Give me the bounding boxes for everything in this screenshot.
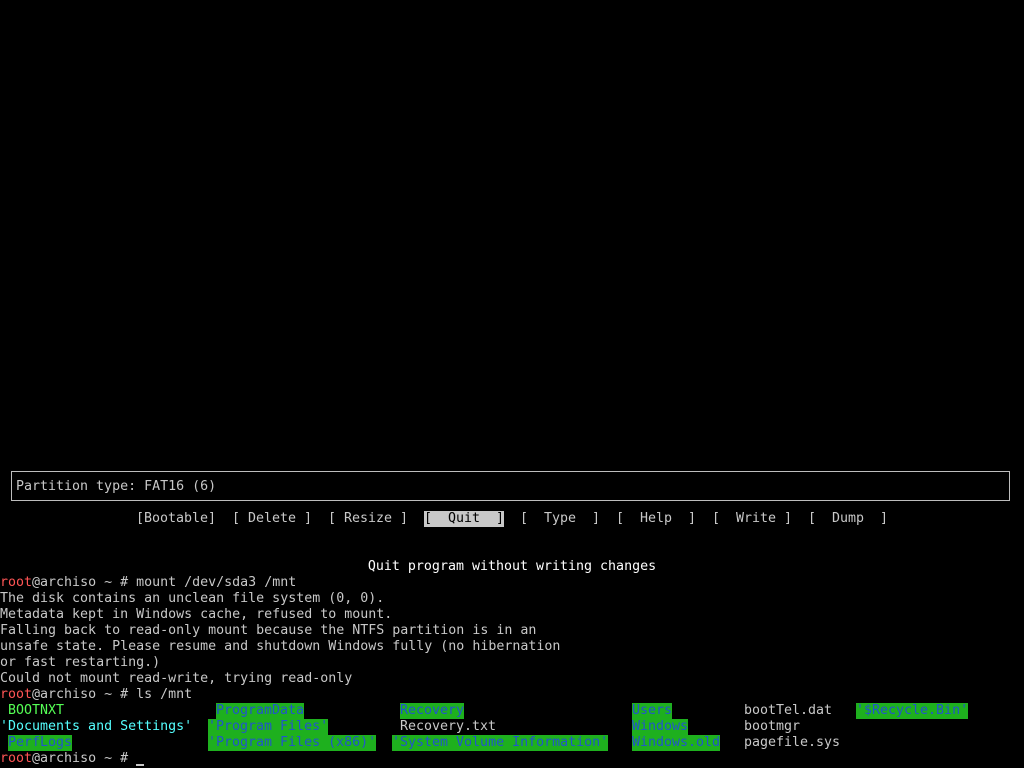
terminal-output-line: or fast restarting.) (0, 655, 161, 670)
terminal-output-line: Falling back to read-only mount because … (0, 623, 537, 638)
prompt-user: root (0, 687, 33, 702)
prompt-user: root (0, 751, 33, 766)
ls-entry: 'Documents and Settings' (0, 719, 193, 734)
ls-entry: ProgramData (216, 703, 305, 719)
terminal-output-line: Metadata kept in Windows cache, refused … (0, 607, 393, 622)
terminal-line-cmd1: root@archiso ~ # mount /dev/sda3 /mnt (0, 575, 296, 591)
ls-entry: 'Program Files (x86)' (208, 735, 377, 751)
ls-entry: Users (632, 703, 673, 719)
command-text: ls /mnt (136, 687, 193, 702)
terminal-output-line: Could not mount read-write, trying read-… (0, 671, 353, 686)
prompt-host: @archiso ~ # (32, 751, 137, 766)
cfdisk-menu-bar: [Bootable] [ Delete ] [ Resize ] [ Quit … (0, 511, 1024, 527)
terminal-line-cmd2: root@archiso ~ # ls /mnt (0, 687, 192, 703)
text-cursor (136, 764, 145, 766)
prompt-host: @archiso ~ # (32, 575, 137, 590)
terminal-output-line: unsafe state. Please resume and shutdown… (0, 639, 561, 654)
terminal-line-prompt[interactable]: root@archiso ~ # (0, 751, 145, 767)
menu-type-button[interactable]: [ Type ] (520, 511, 600, 527)
menu-help-button[interactable]: [ Help ] (616, 511, 696, 527)
menu-dump-button[interactable]: [ Dump ] (808, 511, 888, 527)
ls-entry: '$Recycle.Bin' (856, 703, 969, 719)
partition-type-text: Partition type: FAT16 (6) (16, 479, 217, 494)
ls-entry: Recovery.txt (400, 719, 497, 734)
menu-delete-button[interactable]: [ Delete ] (232, 511, 312, 527)
ls-entry: BOOTNXT (8, 703, 65, 718)
partition-info-box: Partition type: FAT16 (6) (11, 471, 1010, 501)
ls-entry: PerfLogs (8, 735, 73, 751)
ls-entry: 'System Volume Information' (392, 735, 609, 751)
terminal-output-line: The disk contains an unclean file system… (0, 591, 385, 606)
prompt-host: @archiso ~ # (32, 687, 137, 702)
command-text: mount /dev/sda3 /mnt (136, 575, 297, 590)
ls-entry: Windows (632, 719, 689, 735)
ls-entry: bootmgr (744, 719, 801, 734)
ls-entry: pagefile.sys (744, 735, 841, 750)
menu-description: Quit program without writing changes (367, 559, 657, 574)
ls-entry: Recovery (400, 703, 465, 719)
ls-entry: 'Program Files' (208, 719, 329, 735)
menu-resize-button[interactable]: [ Resize ] (328, 511, 408, 527)
menu-bootable-button[interactable]: [Bootable] (136, 511, 216, 527)
ls-entry: bootTel.dat (744, 703, 833, 718)
ls-entry: Windows.old (632, 735, 721, 751)
menu-quit-button[interactable]: [ Quit ] (424, 511, 505, 527)
menu-write-button[interactable]: [ Write ] (712, 511, 792, 527)
prompt-user: root (0, 575, 33, 590)
